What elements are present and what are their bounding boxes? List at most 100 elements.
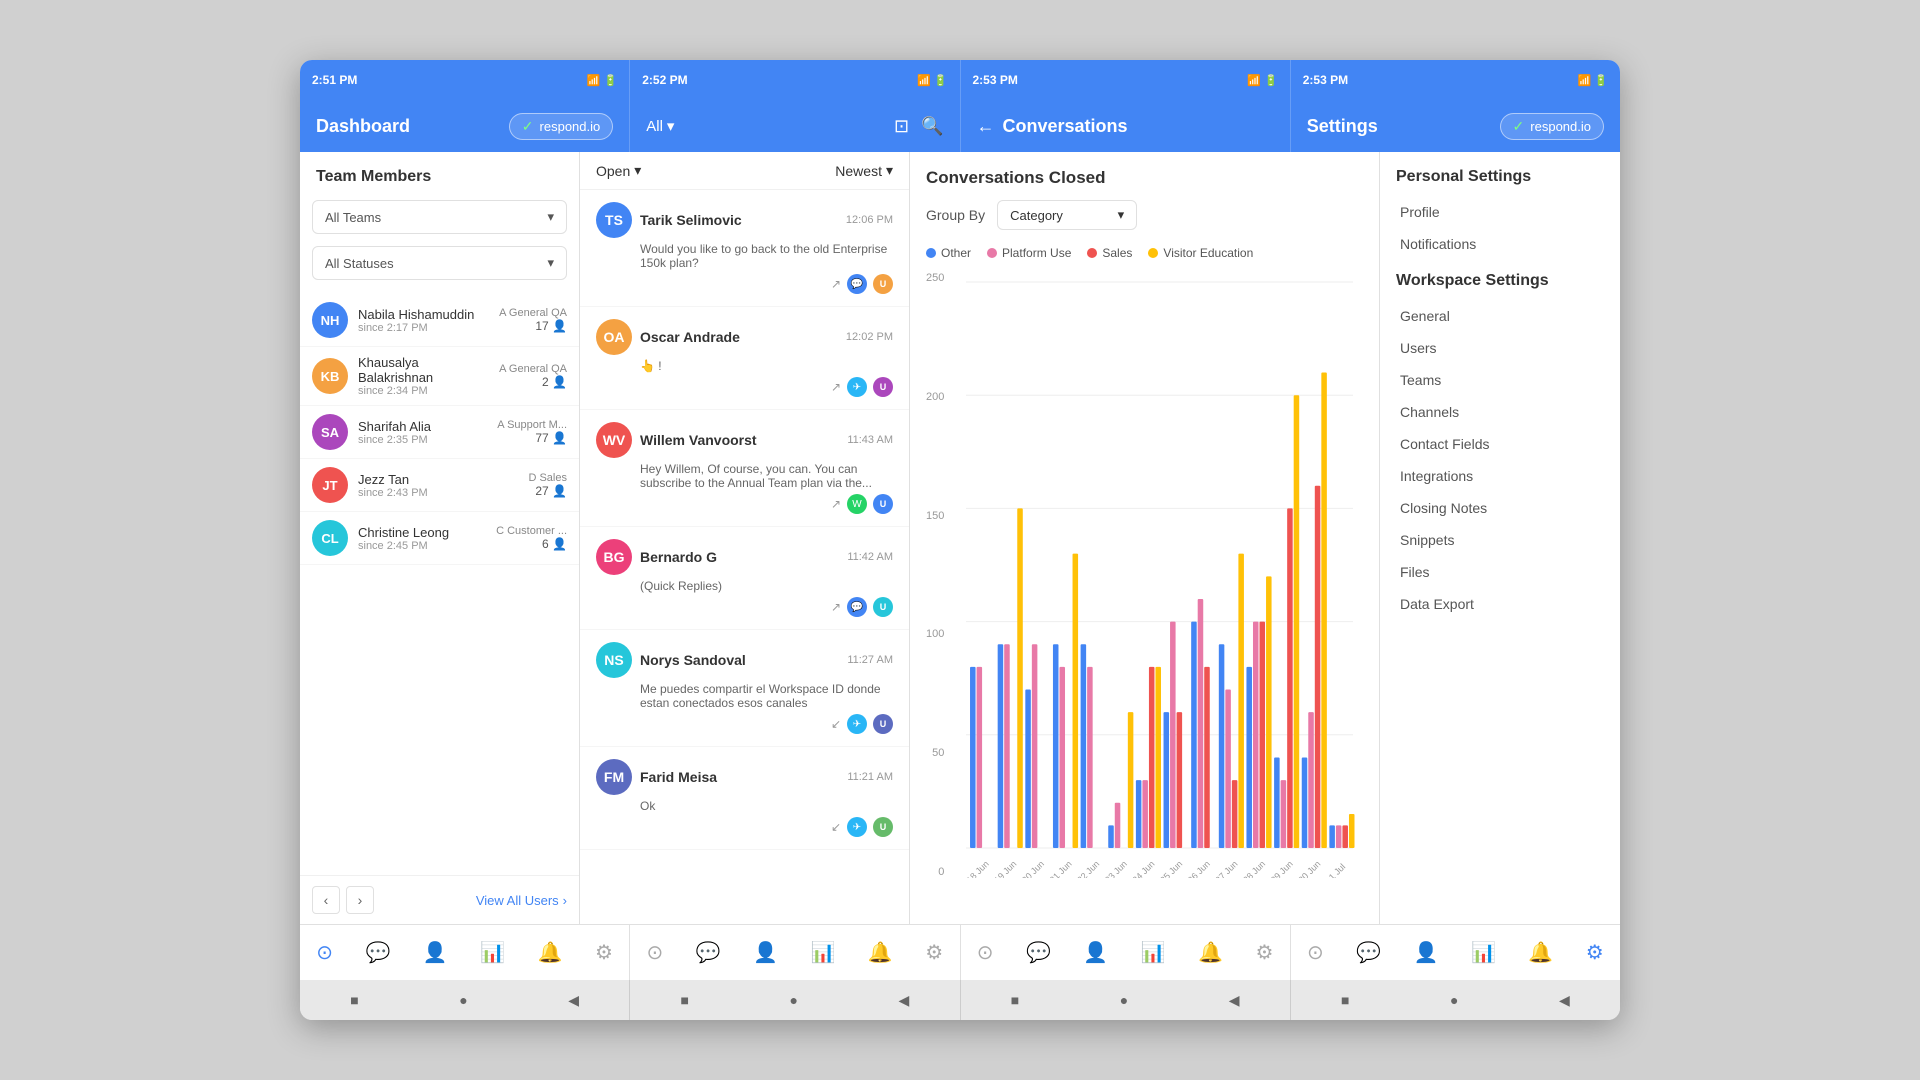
conv-item[interactable]: TS Tarik Selimovic 12:06 PM Would you li… bbox=[580, 190, 909, 307]
nav-settings-icon-3[interactable]: ⚙ bbox=[1248, 932, 1282, 973]
status-icons-1: 📶 🔋 bbox=[587, 74, 617, 87]
member-name: Sharifah Alia bbox=[358, 419, 487, 434]
nav-conv-icon-2[interactable]: 💬 bbox=[688, 932, 729, 973]
ctrl-triangle-3[interactable]: ◀ bbox=[1229, 992, 1240, 1009]
nav-reports-icon[interactable]: 📊 bbox=[472, 932, 513, 973]
nav-dashboard-icon-2[interactable]: ⊙ bbox=[638, 932, 671, 973]
conv-header: NS Norys Sandoval 11:27 AM bbox=[596, 642, 893, 678]
conv-time: 12:06 PM bbox=[846, 214, 893, 226]
nav-settings-icon-4[interactable]: ⚙ bbox=[1578, 932, 1612, 973]
nav-conv-icon-4[interactable]: 💬 bbox=[1348, 932, 1389, 973]
member-item[interactable]: CL Christine Leong since 2:45 PM C Custo… bbox=[300, 512, 579, 565]
conv-message: Would you like to go back to the old Ent… bbox=[596, 242, 893, 270]
nav-notif-icon[interactable]: 🔔 bbox=[530, 932, 571, 973]
ctrl-triangle-1[interactable]: ◀ bbox=[568, 992, 579, 1009]
member-count: 27 👤 bbox=[528, 484, 567, 498]
conv-item[interactable]: OA Oscar Andrade 12:02 PM 👆 ! ↗ ✈ U bbox=[580, 307, 909, 410]
search-icon[interactable]: 🔍 bbox=[921, 116, 943, 137]
settings-contact-fields[interactable]: Contact Fields bbox=[1396, 428, 1604, 460]
conv-item[interactable]: FM Farid Meisa 11:21 AM Ok ↙ ✈ U bbox=[580, 747, 909, 850]
ctrl-square-1[interactable]: ■ bbox=[350, 992, 358, 1008]
nav-settings-icon-2[interactable]: ⚙ bbox=[917, 932, 951, 973]
settings-snippets[interactable]: Snippets bbox=[1396, 524, 1604, 556]
outer-frame: 2:51 PM 📶 🔋 2:52 PM 📶 🔋 2:53 PM 📶 🔋 2:53… bbox=[0, 0, 1920, 1080]
settings-files[interactable]: Files bbox=[1396, 556, 1604, 588]
settings-teams[interactable]: Teams bbox=[1396, 364, 1604, 396]
nav-conv-icon-3[interactable]: 💬 bbox=[1018, 932, 1059, 973]
conv-footer: ↗ 💬 U bbox=[596, 597, 893, 617]
view-all-link[interactable]: View All Users › bbox=[476, 893, 567, 908]
nav-notif-icon-4[interactable]: 🔔 bbox=[1520, 932, 1561, 973]
settings-general[interactable]: General bbox=[1396, 300, 1604, 332]
svg-text:25 Jun: 25 Jun bbox=[1158, 859, 1184, 878]
member-item[interactable]: NH Nabila Hishamuddin since 2:17 PM A Ge… bbox=[300, 294, 579, 347]
member-item[interactable]: KB Khausalya Balakrishnan since 2:34 PM … bbox=[300, 347, 579, 406]
ctrl-circle-1[interactable]: ● bbox=[459, 992, 467, 1008]
nav-notif-icon-3[interactable]: 🔔 bbox=[1190, 932, 1231, 973]
nav-contacts-icon-2[interactable]: 👤 bbox=[745, 932, 786, 973]
member-item[interactable]: SA Sharifah Alia since 2:35 PM A Support… bbox=[300, 406, 579, 459]
ctrl-circle-3[interactable]: ● bbox=[1120, 992, 1128, 1008]
settings-data-export[interactable]: Data Export bbox=[1396, 588, 1604, 620]
ctrl-triangle-4[interactable]: ◀ bbox=[1559, 992, 1570, 1009]
svg-text:24 Jun: 24 Jun bbox=[1130, 859, 1156, 878]
all-label: All bbox=[646, 118, 663, 135]
conv-list-header: All ▾ ⊡ 🔍 bbox=[630, 100, 960, 152]
brand-badge-1[interactable]: ✓ respond.io bbox=[509, 113, 613, 140]
nav-reports-icon-2[interactable]: 📊 bbox=[803, 932, 844, 973]
all-filter-btn[interactable]: All ▾ bbox=[646, 117, 674, 135]
status-icons-2: 📶 🔋 bbox=[917, 74, 947, 87]
next-page-btn[interactable]: › bbox=[346, 886, 374, 914]
y-label: 100 bbox=[926, 628, 944, 640]
bottom-nav-seg-3: ⊙ 💬 👤 📊 🔔 ⚙ bbox=[961, 925, 1291, 980]
assign-avatar: U bbox=[873, 817, 893, 837]
conv-item[interactable]: WV Willem Vanvoorst 11:43 AM Hey Willem,… bbox=[580, 410, 909, 527]
brand-label-1: respond.io bbox=[540, 119, 601, 134]
svg-text:29 Jun: 29 Jun bbox=[1269, 859, 1295, 878]
all-statuses-dropdown[interactable]: All Statuses ▾ bbox=[312, 246, 567, 280]
svg-text:28 Jun: 28 Jun bbox=[1241, 859, 1267, 878]
nav-contacts-icon[interactable]: 👤 bbox=[415, 932, 456, 973]
open-filter-btn[interactable]: Open ▾ bbox=[596, 162, 641, 179]
all-teams-dropdown[interactable]: All Teams ▾ bbox=[312, 200, 567, 234]
settings-integrations[interactable]: Integrations bbox=[1396, 460, 1604, 492]
settings-users[interactable]: Users bbox=[1396, 332, 1604, 364]
nav-conv-icon[interactable]: 💬 bbox=[357, 932, 398, 973]
conv-header: TS Tarik Selimovic 12:06 PM bbox=[596, 202, 893, 238]
ctrl-triangle-2[interactable]: ◀ bbox=[898, 992, 909, 1009]
ctrl-square-3[interactable]: ■ bbox=[1011, 992, 1019, 1008]
nav-reports-icon-3[interactable]: 📊 bbox=[1133, 932, 1174, 973]
ctrl-square-4[interactable]: ■ bbox=[1341, 992, 1349, 1008]
member-item[interactable]: JT Jezz Tan since 2:43 PM D Sales 27 👤 bbox=[300, 459, 579, 512]
nav-settings-icon[interactable]: ⚙ bbox=[587, 932, 621, 973]
status-icons-3: 📶 🔋 bbox=[1247, 74, 1277, 87]
header-icons-group: ⊡ 🔍 bbox=[894, 116, 944, 137]
nav-reports-icon-4[interactable]: 📊 bbox=[1463, 932, 1504, 973]
nav-contacts-icon-4[interactable]: 👤 bbox=[1406, 932, 1447, 973]
brand-badge-2[interactable]: ✓ respond.io bbox=[1500, 113, 1604, 140]
conv-item[interactable]: BG Bernardo G 11:42 AM (Quick Replies) ↗… bbox=[580, 527, 909, 630]
prev-page-btn[interactable]: ‹ bbox=[312, 886, 340, 914]
header-row: Dashboard ✓ respond.io All ▾ ⊡ 🔍 ← bbox=[300, 100, 1620, 152]
all-statuses-chevron: ▾ bbox=[547, 255, 554, 271]
nav-dashboard-icon-3[interactable]: ⊙ bbox=[969, 932, 1002, 973]
newest-sort-btn[interactable]: Newest ▾ bbox=[835, 162, 893, 179]
ctrl-square-2[interactable]: ■ bbox=[681, 992, 689, 1008]
settings-profile[interactable]: Profile bbox=[1396, 196, 1604, 228]
ctrl-circle-2[interactable]: ● bbox=[789, 992, 797, 1008]
settings-notifications[interactable]: Notifications bbox=[1396, 228, 1604, 260]
group-by-select[interactable]: Category ▾ bbox=[997, 200, 1137, 230]
filter-icon[interactable]: ⊡ bbox=[894, 116, 909, 137]
nav-dashboard-icon-4[interactable]: ⊙ bbox=[1299, 932, 1332, 973]
settings-closing-notes[interactable]: Closing Notes bbox=[1396, 492, 1604, 524]
back-arrow-icon[interactable]: ← bbox=[977, 116, 995, 137]
nav-dashboard-icon[interactable]: ⊙ bbox=[308, 932, 341, 973]
legend-platform: Platform Use bbox=[987, 246, 1071, 260]
nav-contacts-icon-3[interactable]: 👤 bbox=[1075, 932, 1116, 973]
ctrl-circle-4[interactable]: ● bbox=[1450, 992, 1458, 1008]
legend-dot-other bbox=[926, 248, 936, 258]
conv-name: Farid Meisa bbox=[640, 769, 839, 785]
settings-channels[interactable]: Channels bbox=[1396, 396, 1604, 428]
nav-notif-icon-2[interactable]: 🔔 bbox=[860, 932, 901, 973]
conv-item[interactable]: NS Norys Sandoval 11:27 AM Me puedes com… bbox=[580, 630, 909, 747]
